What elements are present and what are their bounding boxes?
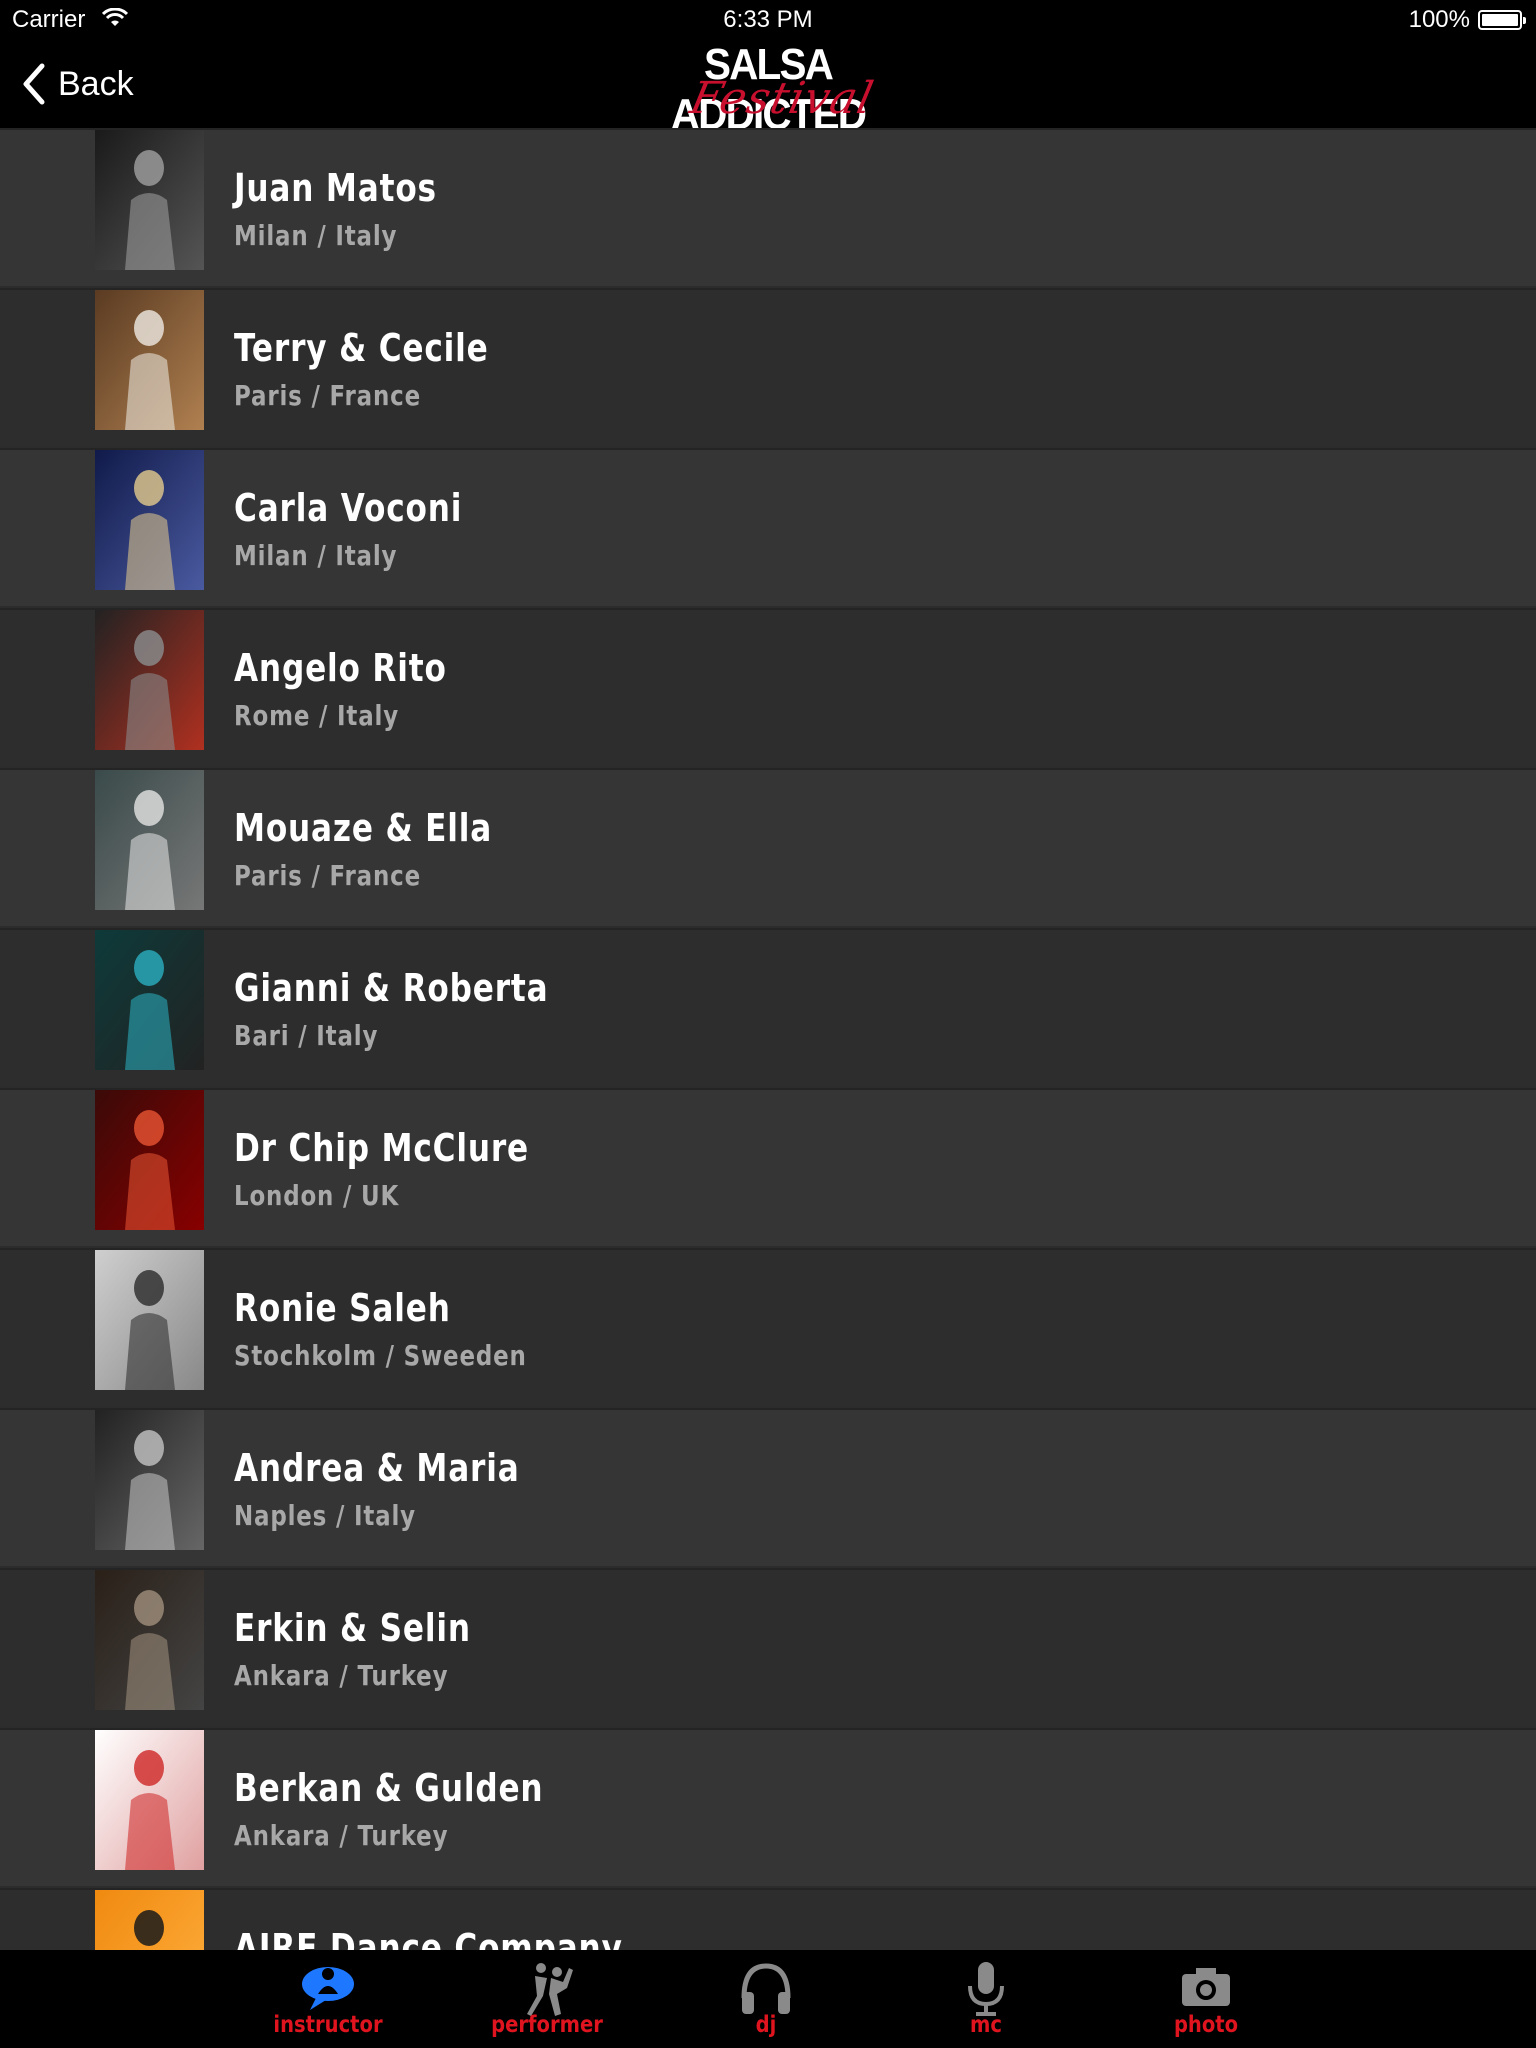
navigation-bar: Back SALSA ADDICTED Festival bbox=[0, 40, 1536, 139]
instructor-photo bbox=[95, 450, 204, 590]
tab-mc[interactable]: mc bbox=[906, 1950, 1066, 2048]
instructor-name: Angelo Rito bbox=[234, 646, 447, 690]
battery-icon bbox=[1478, 10, 1526, 30]
list-item[interactable]: Juan Matos Milan / Italy bbox=[0, 128, 1536, 286]
instructor-photo bbox=[95, 290, 204, 430]
tab-photo[interactable]: photo bbox=[1126, 1950, 1286, 2048]
tab-label: performer bbox=[491, 2012, 603, 2038]
instructor-name: Carla Voconi bbox=[234, 486, 463, 530]
instructor-icon bbox=[298, 1960, 358, 2018]
instructor-city: Paris / France bbox=[234, 379, 421, 412]
tab-label: photo bbox=[1173, 2012, 1239, 2038]
list-item[interactable]: Erkin & Selin Ankara / Turkey bbox=[0, 1568, 1536, 1726]
list-item[interactable]: Mouaze & Ella Paris / France bbox=[0, 768, 1536, 926]
instructor-photo bbox=[95, 930, 204, 1070]
instructor-city: Bari / Italy bbox=[234, 1019, 379, 1052]
instructor-city: London / UK bbox=[234, 1179, 400, 1212]
instructor-name: Terry & Cecile bbox=[234, 326, 489, 370]
instructor-name: Dr Chip McClure bbox=[234, 1126, 529, 1170]
list-item[interactable]: Ronie Saleh Stochkolm / Sweeden bbox=[0, 1248, 1536, 1406]
list-item[interactable]: Terry & Cecile Paris / France bbox=[0, 288, 1536, 446]
back-label: Back bbox=[58, 64, 134, 103]
instructor-city: Ankara / Turkey bbox=[234, 1659, 449, 1692]
list-item[interactable]: AIRE Dance Company bbox=[0, 1888, 1536, 1950]
chevron-left-icon bbox=[23, 63, 45, 105]
instructor-city: Milan / Italy bbox=[234, 539, 398, 572]
tab-bar: instructor performer dj mc photo bbox=[0, 1950, 1536, 2048]
tab-label: mc bbox=[970, 2012, 1002, 2038]
instructor-city: Rome / Italy bbox=[234, 699, 400, 732]
status-bar: Carrier 6:33 PM 100% bbox=[0, 0, 1536, 40]
battery-percent: 100% bbox=[1408, 6, 1470, 33]
tab-performer[interactable]: performer bbox=[467, 1950, 627, 2048]
headphones-icon bbox=[736, 1960, 796, 2018]
instructor-name: Juan Matos bbox=[234, 166, 437, 210]
instructor-photo bbox=[95, 1250, 204, 1390]
list-item[interactable]: Dr Chip McClure London / UK bbox=[0, 1088, 1536, 1246]
instructor-city: Naples / Italy bbox=[234, 1499, 416, 1532]
instructor-photo bbox=[95, 1090, 204, 1230]
instructor-name: Berkan & Gulden bbox=[234, 1766, 544, 1810]
list-item[interactable]: Berkan & Gulden Ankara / Turkey bbox=[0, 1728, 1536, 1886]
instructor-photo bbox=[95, 610, 204, 750]
instructor-name: Gianni & Roberta bbox=[234, 966, 549, 1010]
instructor-list[interactable]: Juan Matos Milan / Italy Terry & Cecile Par… bbox=[0, 128, 1536, 1950]
list-item[interactable]: Gianni & Roberta Bari / Italy bbox=[0, 928, 1536, 1086]
performer-icon bbox=[517, 1960, 577, 2018]
instructor-city: Paris / France bbox=[234, 859, 421, 892]
instructor-photo bbox=[95, 1890, 204, 1950]
status-time: 6:33 PM bbox=[723, 6, 813, 33]
list-item[interactable]: Angelo Rito Rome / Italy bbox=[0, 608, 1536, 766]
instructor-city: Milan / Italy bbox=[234, 219, 398, 252]
logo-sub-text: Festival bbox=[685, 73, 879, 124]
instructor-name: Ronie Saleh bbox=[234, 1286, 451, 1330]
instructor-city: Stochkolm / Sweeden bbox=[234, 1339, 527, 1372]
microphone-icon bbox=[956, 1960, 1016, 2018]
list-item[interactable]: Andrea & Maria Naples / Italy bbox=[0, 1408, 1536, 1566]
festival-logo: SALSA ADDICTED Festival bbox=[632, 40, 904, 139]
instructor-name: Mouaze & Ella bbox=[234, 806, 493, 850]
camera-icon bbox=[1176, 1960, 1236, 2018]
instructor-name: AIRE Dance Company bbox=[234, 1926, 623, 1950]
tab-label: instructor bbox=[273, 2012, 383, 2038]
instructor-photo bbox=[95, 1410, 204, 1550]
tab-dj[interactable]: dj bbox=[686, 1950, 846, 2048]
instructor-photo bbox=[95, 1570, 204, 1710]
instructor-name: Erkin & Selin bbox=[234, 1606, 471, 1650]
instructor-name: Andrea & Maria bbox=[234, 1446, 520, 1490]
list-item[interactable]: Carla Voconi Milan / Italy bbox=[0, 448, 1536, 606]
instructor-photo bbox=[95, 130, 204, 270]
tab-instructor[interactable]: instructor bbox=[248, 1950, 408, 2048]
instructor-city: Ankara / Turkey bbox=[234, 1819, 449, 1852]
tab-label: dj bbox=[755, 2012, 777, 2038]
instructor-photo bbox=[95, 1730, 204, 1870]
back-button[interactable]: Back bbox=[20, 62, 134, 106]
instructor-photo bbox=[95, 770, 204, 910]
